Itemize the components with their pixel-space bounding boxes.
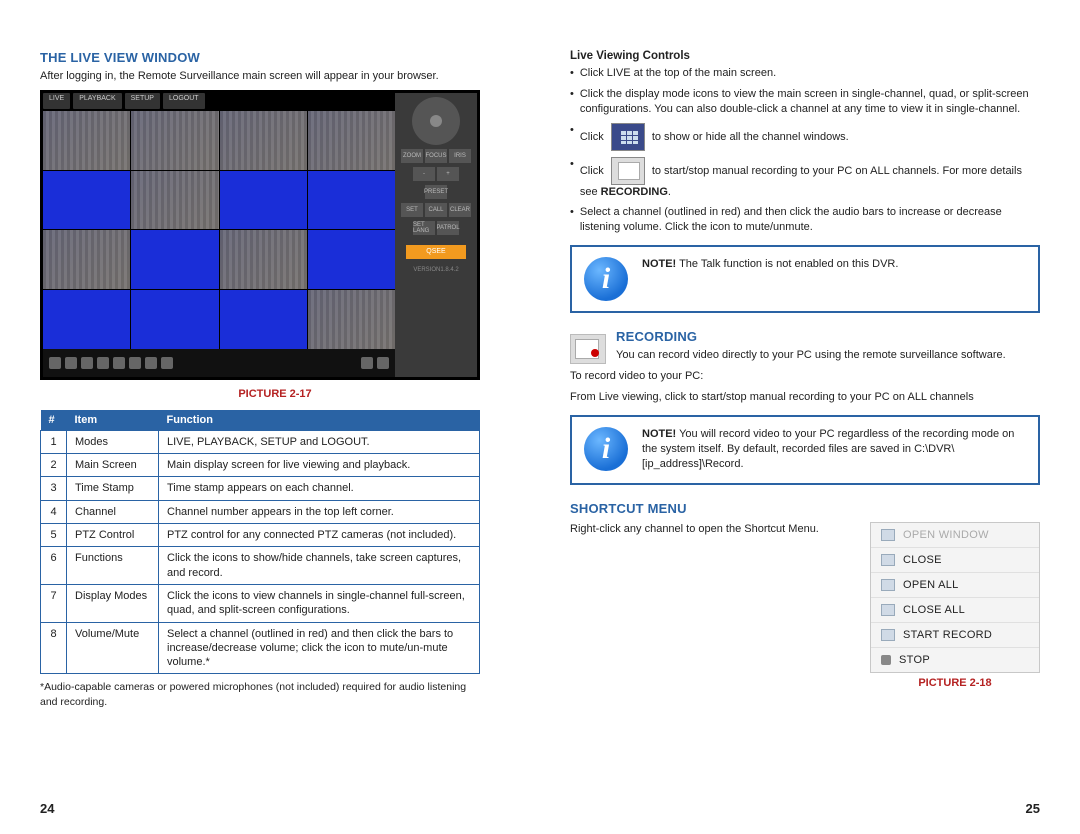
note-talk: i NOTE! The Talk function is not enabled… [570,245,1040,313]
note-record-path: i NOTE! You will record video to your PC… [570,415,1040,485]
recording-step1: To record video to your PC: [570,369,1040,384]
record-icon[interactable] [611,157,645,185]
audio-footnote: *Audio-capable cameras or powered microp… [40,680,480,708]
bullet-show-hide: Click to show or hide all the channel wi… [570,123,1040,151]
sm-start-record[interactable]: START RECORD [871,623,1039,648]
bullet-audio: Select a channel (outlined in red) and t… [570,205,1040,235]
tab-logout[interactable]: LOGOUT [163,93,205,109]
version-text: VERSION1.8.4.2 [413,267,458,273]
bullet-live: Click LIVE at the top of the main screen… [570,66,1040,81]
sm-close[interactable]: CLOSE [871,548,1039,573]
qsee-logo: QSEE [406,245,466,259]
table-row: 7Display ModesClick the icons to view ch… [41,584,480,622]
sm-open-all[interactable]: OPEN ALL [871,573,1039,598]
sm-open-window[interactable]: OPEN WINDOW [871,523,1039,548]
live-view-title: THE LIVE VIEW WINDOW [40,50,510,65]
table-row: 3Time StampTime stamp appears on each ch… [41,477,480,500]
recording-step2: From Live viewing, click to start/stop m… [570,390,1040,405]
sm-stop[interactable]: STOP [871,648,1039,672]
live-view-window: LIVE PLAYBACK SETUP LOGOUT [40,90,480,380]
table-row: 5PTZ ControlPTZ control for any connecte… [41,524,480,547]
table-row: 2Main ScreenMain display screen for live… [41,454,480,477]
recording-title: RECORDING [616,329,1006,344]
tab-live[interactable]: LIVE [43,93,70,109]
bullet-record: Click to start/stop manual recording to … [570,157,1040,200]
page-number-left: 24 [40,801,54,816]
table-row: 6FunctionsClick the icons to show/hide c… [41,547,480,585]
tab-playback[interactable]: PLAYBACK [73,93,121,109]
table-row: 1ModesLIVE, PLAYBACK, SETUP and LOGOUT. [41,430,480,453]
bullet-display-modes: Click the display mode icons to view the… [570,87,1040,117]
picture-2-18-caption: PICTURE 2-18 [870,677,1040,689]
page-right: Live Viewing Controls Click LIVE at the … [570,50,1040,709]
function-table: # Item Function 1ModesLIVE, PLAYBACK, SE… [40,410,480,675]
mode-tabs: LIVE PLAYBACK SETUP LOGOUT [43,93,395,109]
bottom-toolbar[interactable] [43,349,395,377]
th-item: Item [67,410,159,431]
ptz-dpad[interactable] [412,97,460,145]
show-hide-icon[interactable] [611,123,645,151]
info-icon: i [584,427,628,471]
page-left: THE LIVE VIEW WINDOW After logging in, t… [40,50,510,709]
tab-setup[interactable]: SETUP [125,93,160,109]
viewing-controls-title: Live Viewing Controls [570,50,1040,62]
table-row: 8Volume/MuteSelect a channel (outlined i… [41,622,480,674]
th-num: # [41,410,67,431]
shortcut-context-menu[interactable]: OPEN WINDOW CLOSE OPEN ALL CLOSE ALL STA… [870,522,1040,673]
shortcut-text: Right-click any channel to open the Shor… [570,522,840,537]
recording-intro: You can record video directly to your PC… [616,348,1006,363]
page-number-right: 25 [1026,801,1040,816]
table-row: 4ChannelChannel number appears in the to… [41,500,480,523]
ptz-panel[interactable]: ZOOMFOCUSIRIS -+ PRESET SETCALLCLEAR SET… [395,93,477,377]
camcorder-icon [570,334,606,364]
live-view-intro: After logging in, the Remote Surveillanc… [40,69,510,84]
shortcut-title: SHORTCUT MENU [570,501,1040,516]
sm-close-all[interactable]: CLOSE ALL [871,598,1039,623]
info-icon: i [584,257,628,301]
channel-grid[interactable] [43,111,395,349]
picture-2-17-caption: PICTURE 2-17 [40,388,510,400]
th-func: Function [159,410,480,431]
